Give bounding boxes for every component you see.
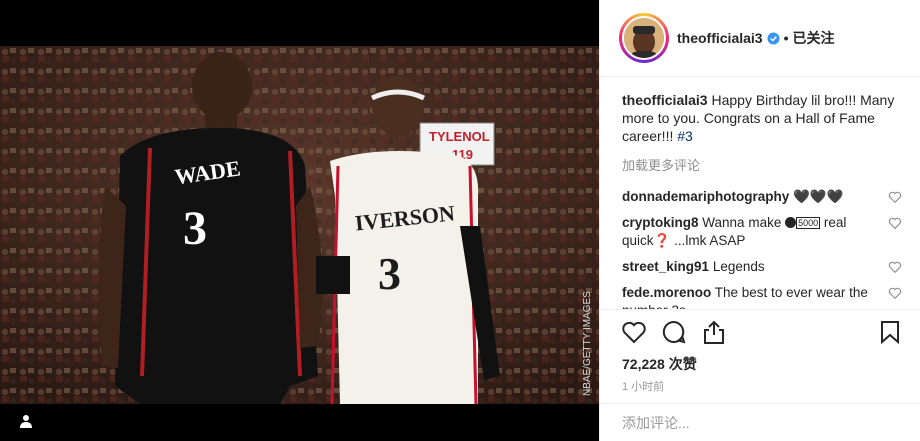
comments-section: theofficialai3 Happy Birthday lil bro!!!… xyxy=(600,77,920,309)
likes-label: 次赞 xyxy=(668,356,697,372)
instagram-post: TYLENOL 119 WADE 3 IVERSON 3 NBAE/GETTY … xyxy=(0,0,920,441)
person-tag-icon[interactable] xyxy=(14,409,38,433)
comment-username[interactable]: donnademariphotography xyxy=(622,189,789,204)
comment-text: 🖤🖤🖤 xyxy=(793,189,844,204)
comment-username[interactable]: fede.morenoo xyxy=(622,285,711,300)
wade-jersey-number: 3 xyxy=(183,202,207,255)
likes-number: 72,228 xyxy=(622,356,665,372)
comment-item: donnademariphotography 🖤🖤🖤 xyxy=(622,188,902,206)
post-timestamp[interactable]: 1 小时前 xyxy=(600,375,920,403)
post-caption: theofficialai3 Happy Birthday lil bro!!!… xyxy=(622,91,902,145)
comment-item: street_king91 Legends xyxy=(622,258,902,276)
comment-text: ...lmk ASAP xyxy=(674,233,746,248)
comment-input[interactable] xyxy=(622,414,882,431)
post-side-panel: theofficialai3 • 已关注 theofficialai3 Happ… xyxy=(599,0,920,441)
header-username[interactable]: theofficialai3 xyxy=(677,30,763,46)
boxed-number: 5000 xyxy=(796,217,821,229)
photo-watermark: NBAE/GETTY IMAGES xyxy=(582,291,593,396)
bookmark-icon[interactable] xyxy=(876,318,904,346)
comment-text: Wanna make xyxy=(702,215,782,230)
post-media: TYLENOL 119 WADE 3 IVERSON 3 NBAE/GETTY … xyxy=(0,0,599,441)
header-dot: • xyxy=(783,30,789,46)
comment-heart-icon[interactable] xyxy=(888,216,902,230)
sign-text: TYLENOL xyxy=(429,129,490,144)
heart-icon[interactable] xyxy=(620,318,648,346)
following-button[interactable]: 已关注 xyxy=(793,28,835,48)
verified-badge-icon xyxy=(767,31,780,45)
comment-text: Legends xyxy=(712,259,765,274)
comment-item: cryptoking8 Wanna make 5000 real quick❓ … xyxy=(622,214,902,250)
money-bag-icon xyxy=(785,217,797,228)
action-bar xyxy=(600,309,920,353)
comment-heart-icon[interactable] xyxy=(888,286,902,300)
comment-icon[interactable] xyxy=(660,318,688,346)
caption-hashtag[interactable]: #3 xyxy=(677,128,693,144)
likes-count[interactable]: 72,228 次赞 xyxy=(600,353,920,375)
add-comment-bar xyxy=(600,403,920,441)
question-mark-emoji: ❓ xyxy=(653,233,671,248)
caption-username[interactable]: theofficialai3 xyxy=(622,92,708,108)
comment-item: fede.morenoo The best to ever wear the n… xyxy=(622,284,902,309)
post-photo[interactable]: TYLENOL 119 WADE 3 IVERSON 3 NBAE/GETTY … xyxy=(0,46,599,404)
share-icon[interactable] xyxy=(700,318,728,346)
post-header: theofficialai3 • 已关注 xyxy=(600,0,920,77)
avatar[interactable] xyxy=(619,13,669,63)
comment-username[interactable]: street_king91 xyxy=(622,259,709,274)
comment-heart-icon[interactable] xyxy=(888,260,902,274)
iverson-jersey-number: 3 xyxy=(378,248,401,299)
comment-heart-icon[interactable] xyxy=(888,190,902,204)
load-more-comments-link[interactable]: 加载更多评论 xyxy=(622,155,902,174)
comment-username[interactable]: cryptoking8 xyxy=(622,215,699,230)
